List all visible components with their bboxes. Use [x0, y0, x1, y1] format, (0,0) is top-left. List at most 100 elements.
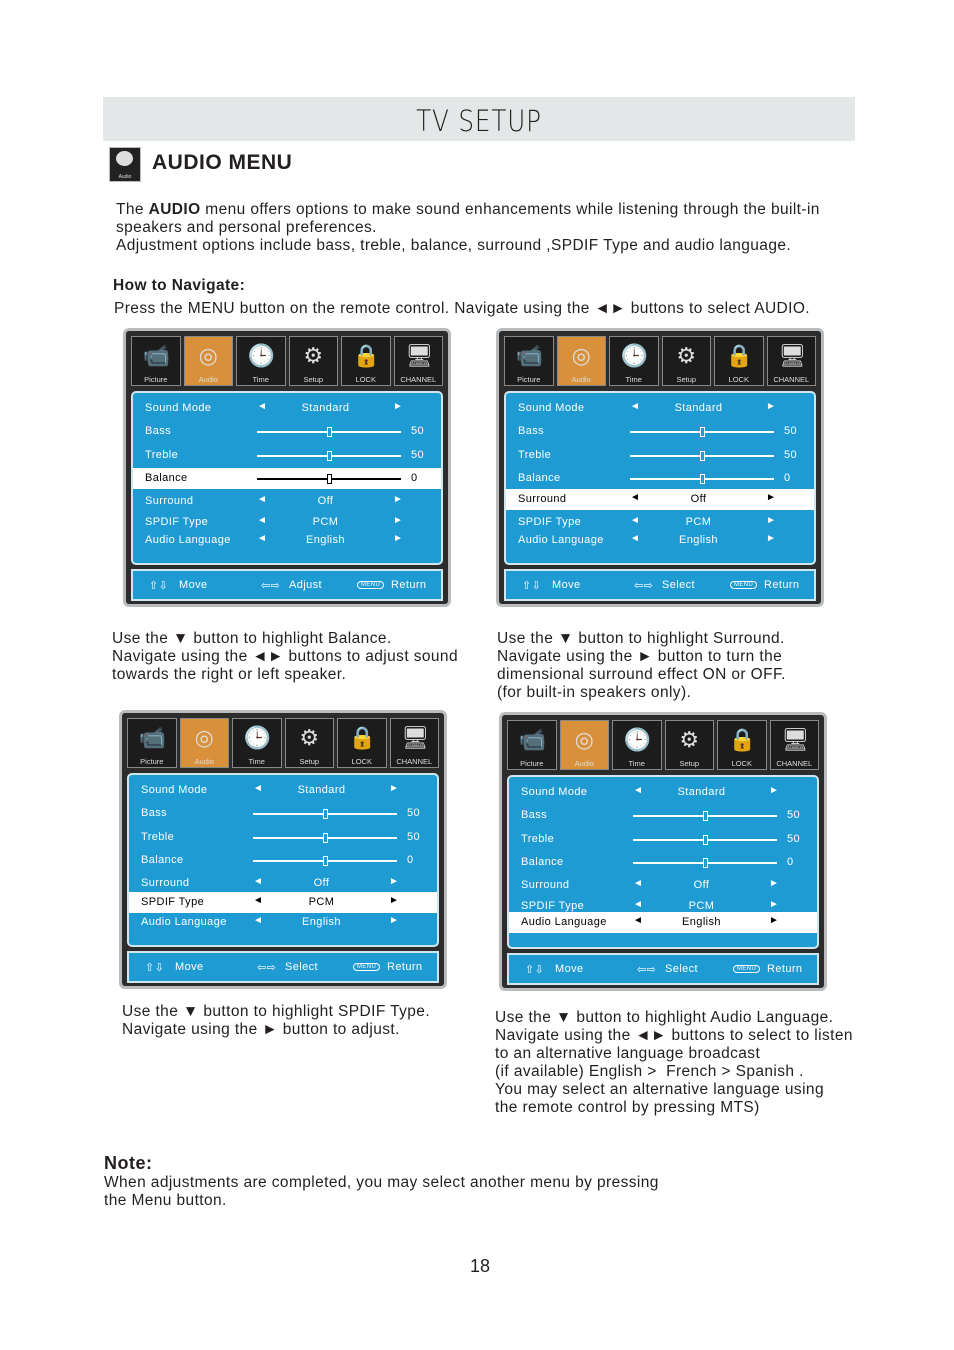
- clock-icon: 🕒: [623, 727, 652, 752]
- left-right-icon: ⇦⇨: [637, 964, 657, 976]
- row-treble: Treble 50: [509, 829, 817, 850]
- row-balance: Balance 0: [133, 468, 441, 489]
- tab-channel: 🖥 CHANNEL: [769, 720, 819, 770]
- option-label: Treble: [141, 831, 175, 843]
- caption-line: (if available) English > French > Spanis…: [495, 1063, 804, 1080]
- option-value: PCM: [688, 900, 715, 912]
- menu-button-icon: MENU: [353, 963, 381, 971]
- caption-line: towards the right or left speaker.: [112, 666, 347, 683]
- slider-track: [253, 809, 397, 819]
- tab-audio: ◎ Audio: [556, 336, 606, 386]
- note-text: When adjustments are completed, you may …: [104, 1174, 659, 1191]
- intro-text: The: [116, 201, 149, 218]
- camera-icon: 📹: [138, 725, 167, 750]
- option-value: PCM: [308, 896, 335, 908]
- row-surround: Surround ◄ Off ►: [129, 873, 437, 894]
- tab-label: LOCK: [355, 375, 376, 384]
- option-label: Bass: [518, 425, 545, 437]
- option-value: 50: [411, 449, 425, 461]
- tab-label: Time: [625, 375, 642, 384]
- camera-icon: 📹: [518, 727, 547, 752]
- lock-icon: 🔒: [725, 343, 754, 368]
- arrow-right-icon: ►: [769, 878, 780, 889]
- tab-label: LOCK: [351, 757, 372, 766]
- slider-track: [257, 427, 401, 437]
- tab-lock: 🔒 LOCK: [714, 336, 764, 386]
- arrow-right-icon: ►: [389, 876, 400, 887]
- tab-picture: 📹 Picture: [127, 718, 177, 768]
- row-sound_mode: Sound Mode ◄ Standard ►: [509, 782, 817, 803]
- tab-label: Setup: [676, 375, 697, 384]
- arrow-right-icon: ►: [389, 915, 400, 926]
- menu-button-icon: MENU: [733, 965, 761, 973]
- row-treble: Treble 50: [129, 827, 437, 848]
- arrow-left-icon: ◄: [630, 492, 641, 503]
- gear-icon: ⚙: [676, 343, 697, 368]
- option-label: SPDIF Type: [521, 900, 585, 912]
- option-label: SPDIF Type: [145, 516, 209, 528]
- intro-line-2: speakers and personal preferences.: [116, 219, 377, 236]
- arrow-right-icon: ►: [393, 401, 404, 412]
- row-language: Audio Language ◄ English ►: [129, 912, 437, 933]
- option-value: 0: [407, 854, 414, 866]
- slider-track: [257, 474, 401, 484]
- tab-label: LOCK: [728, 375, 749, 384]
- menu-button-icon: MENU: [357, 581, 385, 589]
- option-value: English: [306, 534, 345, 546]
- monitor-icon: 🖥: [781, 727, 810, 752]
- row-language: Audio Language ◄ English ►: [509, 912, 817, 933]
- menu-footer: ⇧⇩ Move ⇦⇨ Select MENU Return: [504, 569, 816, 601]
- tab-setup: ⚙ Setup: [664, 720, 714, 770]
- tab-lock: 🔒 LOCK: [337, 718, 387, 768]
- option-value: Off: [313, 877, 330, 889]
- arrow-left-icon: ◄: [257, 494, 268, 505]
- arrow-left-icon: ◄: [630, 515, 641, 526]
- up-down-icon: ⇧⇩: [525, 964, 545, 976]
- option-label: SPDIF Type: [518, 516, 582, 528]
- arrow-right-icon: ►: [769, 915, 780, 926]
- arrow-right-icon: ►: [769, 899, 780, 910]
- option-value: PCM: [312, 516, 339, 528]
- row-treble: Treble 50: [506, 445, 814, 466]
- left-right-icon: ⇦⇨: [261, 580, 281, 592]
- option-value: Standard: [297, 784, 346, 796]
- row-sound_mode: Sound Mode ◄ Standard ►: [506, 398, 814, 419]
- row-bass: Bass 50: [506, 421, 814, 442]
- tab-label: Time: [628, 759, 645, 768]
- move-hint: Move: [179, 579, 208, 591]
- audio-menu-screenshot: 📹 Picture ◎ Audio 🕒 Time ⚙ Setup 🔒 LOCK 🖥 CHANNEL So…: [119, 710, 447, 989]
- tab-label: Audio: [198, 375, 218, 384]
- move-hint: Move: [555, 963, 584, 975]
- option-label: Audio Language: [145, 534, 231, 546]
- tab-channel: 🖥 CHANNEL: [389, 718, 439, 768]
- row-balance: Balance 0: [506, 468, 814, 489]
- tab-label: Setup: [303, 375, 324, 384]
- row-surround: Surround ◄ Off ►: [506, 489, 814, 510]
- slider-track: [633, 811, 777, 821]
- page-title: TV SETUP: [416, 104, 542, 138]
- caption-line: Navigate using the ► button to adjust.: [122, 1021, 400, 1038]
- row-spdif: SPDIF Type ◄ PCM ►: [129, 892, 437, 913]
- intro-line-1: The AUDIO menu offers options to make so…: [116, 201, 820, 219]
- tab-lock: 🔒 LOCK: [341, 336, 391, 386]
- option-label: Sound Mode: [518, 402, 585, 414]
- option-value: 50: [411, 425, 425, 437]
- option-label: Treble: [518, 449, 552, 461]
- tab-label: Picture: [140, 757, 164, 766]
- option-value: 50: [787, 809, 801, 821]
- return-hint: Return: [387, 961, 423, 973]
- caption-line: (for built-in speakers only).: [497, 684, 692, 701]
- option-label: Surround: [518, 493, 567, 505]
- gear-icon: ⚙: [299, 725, 320, 750]
- adjust-hint: Adjust: [289, 579, 322, 591]
- slider-knob: [700, 451, 705, 461]
- up-down-icon: ⇧⇩: [145, 962, 165, 974]
- menu-tabs: 📹 Picture ◎ Audio 🕒 Time ⚙ Setup 🔒 LOCK 🖥 CHANNEL: [504, 336, 816, 386]
- arrow-right-icon: ►: [766, 515, 777, 526]
- slider-knob: [323, 809, 328, 819]
- move-hint: Move: [552, 579, 581, 591]
- option-label: Sound Mode: [145, 402, 212, 414]
- arrow-left-icon: ◄: [630, 533, 641, 544]
- tab-label: LOCK: [731, 759, 752, 768]
- arrow-left-icon: ◄: [633, 915, 644, 926]
